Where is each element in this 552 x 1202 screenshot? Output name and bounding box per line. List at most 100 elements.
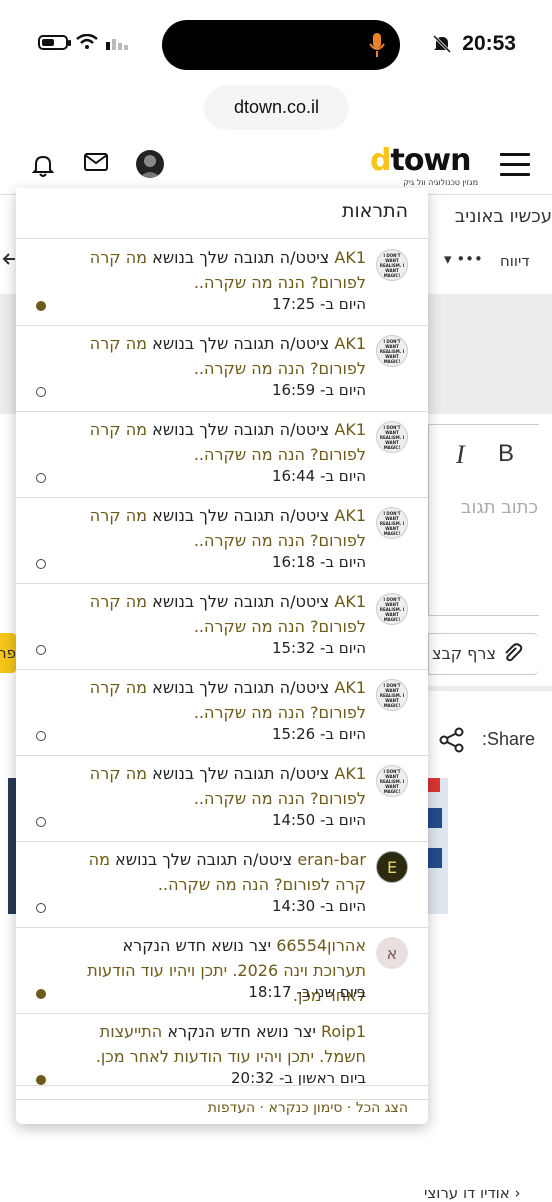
avatar-caption: I DON'T WANT REALISM. I WANT MAGIC! [379,768,405,794]
site-logo[interactable]: dtown מגזין טכנולוגיה וול גיק [370,146,478,190]
notification-avatar[interactable]: I DON'T WANT REALISM. I WANT MAGIC! [376,335,408,367]
notifications-bell-button[interactable] [16,144,70,191]
share-label: Share: [482,729,536,749]
notification-action: יצר נושא חדש הנקרא [122,936,277,955]
notification-avatar[interactable]: I DON'T WANT REALISM. I WANT MAGIC! [376,765,408,797]
notification-user-link[interactable]: AK1 [334,592,366,611]
submit-label: פר [0,644,16,662]
avatar-caption: I DON'T WANT REALISM. I WANT MAGIC! [379,252,405,278]
notification-time: היום ב- 16:59 [271,381,366,399]
notification-text: AK1 ציטט/ה תגובה שלך בנושא מה קרה לפורום… [66,589,366,639]
read-marker-icon[interactable] [36,473,46,483]
read-marker-icon[interactable] [36,817,46,827]
background-band-2 [428,686,552,691]
status-left [38,34,130,50]
article-image-left [8,778,16,914]
notification-item[interactable]: I DON'T WANT REALISM. I WANT MAGIC! AK1 צ… [16,755,428,842]
notification-item[interactable]: I DON'T WANT REALISM. I WANT MAGIC! AK1 צ… [16,411,428,498]
notification-avatar[interactable]: I DON'T WANT REALISM. I WANT MAGIC! [376,421,408,453]
notification-action: ציטט/ה תגובה שלך בנושא [147,764,335,783]
bold-button[interactable]: B [498,440,514,468]
notification-avatar[interactable] [376,1023,408,1055]
avatar-caption: I DON'T WANT REALISM. I WANT MAGIC! [379,596,405,622]
italic-button[interactable]: I [456,440,465,470]
notification-item[interactable]: Eeran-bar ציטט/ה תגובה שלך בנושא מה קרה … [16,841,428,928]
notification-time: היום ב- 15:26 [271,725,366,743]
hamburger-menu-icon[interactable] [500,153,530,177]
url-bar[interactable]: dtown.co.il [205,86,348,128]
unread-marker-icon[interactable] [36,301,46,311]
unread-marker-icon[interactable] [36,1075,46,1085]
notification-user-link[interactable]: AK1 [334,420,366,439]
status-right: 20:53 [432,32,516,56]
read-marker-icon[interactable] [36,387,46,397]
bell-icon [32,155,54,177]
notification-time: היום ב- 16:18 [271,553,366,571]
notification-item[interactable]: I DON'T WANT REALISM. I WANT MAGIC! AK1 צ… [16,325,428,412]
clock: 20:53 [462,32,516,55]
notification-item[interactable]: I DON'T WANT REALISM. I WANT MAGIC! AK1 צ… [16,239,428,326]
notification-user-link[interactable]: AK1 [334,506,366,525]
more-menu[interactable]: ••• ▾ [444,250,483,268]
user-avatar[interactable] [136,150,164,178]
report-link[interactable]: דיווח [500,252,530,270]
notification-time: ביום שני ב- 18:17 [248,983,366,1001]
notification-text: eran-bar ציטט/ה תגובה שלך בנושא מה קרה ל… [66,847,366,897]
status-bar: 20:53 [0,0,552,88]
read-marker-icon[interactable] [36,645,46,655]
read-marker-icon[interactable] [36,559,46,569]
background-band [428,294,552,414]
notification-avatar[interactable]: I DON'T WANT REALISM. I WANT MAGIC! [376,249,408,281]
notification-action: יצר נושא חדש הנקרא [162,1022,322,1041]
unread-marker-icon[interactable] [36,989,46,999]
notification-text: AK1 ציטט/ה תגובה שלך בנושא מה קרה לפורום… [66,417,366,467]
notification-user-link[interactable]: eran-bar [297,850,366,869]
logo-town: town [390,143,471,178]
notifications-footer-links[interactable]: הצג הכל · סימון כנקרא · העדפות [208,1100,408,1116]
notification-item[interactable]: I DON'T WANT REALISM. I WANT MAGIC! AK1 צ… [16,497,428,584]
signal-icon [106,39,128,50]
share-icon[interactable] [438,726,466,754]
notification-user-link[interactable]: AK1 [334,678,366,697]
notification-item[interactable]: א אהרון66554 יצר נושא חדש הנקרא תערוכת וי… [16,927,428,1014]
notification-avatar[interactable]: I DON'T WANT REALISM. I WANT MAGIC! [376,507,408,539]
notification-avatar[interactable]: E [376,851,408,883]
reply-placeholder[interactable]: כתוב תגוב [428,497,538,518]
more-dots: ••• [456,250,483,268]
logo-d: d [370,143,392,178]
notification-time: היום ב- 16:44 [271,467,366,485]
read-marker-icon[interactable] [36,903,46,913]
notification-user-link[interactable]: AK1 [334,334,366,353]
notification-action: ציטט/ה תגובה שלך בנושא [147,592,335,611]
bottom-article-link[interactable]: ‹ אודיו דו ערוצי [424,1184,521,1202]
notification-text: AK1 ציטט/ה תגובה שלך בנושא מה קרה לפורום… [66,675,366,725]
arrow-left-icon[interactable] [2,252,16,266]
article-image-right [428,778,448,914]
notification-avatar[interactable]: I DON'T WANT REALISM. I WANT MAGIC! [376,593,408,625]
notification-text: AK1 ציטט/ה תגובה שלך בנושא מה קרה לפורום… [66,761,366,811]
notification-user-link[interactable]: AK1 [334,248,366,267]
avatar-caption: I DON'T WANT REALISM. I WANT MAGIC! [379,510,405,536]
notifications-title: התראות [342,200,408,222]
notification-item[interactable]: I DON'T WANT REALISM. I WANT MAGIC! AK1 צ… [16,669,428,756]
notification-item[interactable]: I DON'T WANT REALISM. I WANT MAGIC! AK1 צ… [16,583,428,670]
mail-icon[interactable] [84,153,108,171]
notification-item[interactable]: Roip1 יצר נושא חדש הנקרא התייעצות חשמל. … [16,1013,428,1100]
editor-box[interactable] [428,424,539,616]
notification-user-link[interactable]: AK1 [334,764,366,783]
read-marker-icon[interactable] [36,731,46,741]
notification-user-link[interactable]: Roip1 [321,1022,366,1041]
bell-slash-icon [433,34,452,54]
notification-action: ציטט/ה תגובה שלך בנושא [147,334,335,353]
notification-text: AK1 ציטט/ה תגובה שלך בנושא מה קרה לפורום… [66,245,366,295]
notification-time: היום ב- 14:50 [271,811,366,829]
notification-text: Roip1 יצר נושא חדש הנקרא התייעצות חשמל. … [66,1019,366,1069]
battery-icon [38,34,71,50]
background-headline: עכשיו באוניב [454,206,552,227]
avatar-letter: E [386,857,398,877]
notification-avatar[interactable]: א [376,937,408,969]
notification-text: AK1 ציטט/ה תגובה שלך בנושא מה קרה לפורום… [66,503,366,553]
notification-avatar[interactable]: I DON'T WANT REALISM. I WANT MAGIC! [376,679,408,711]
notification-action: ציטט/ה תגובה שלך בנושא [147,678,335,697]
notification-user-link[interactable]: אהרון66554 [276,936,366,955]
